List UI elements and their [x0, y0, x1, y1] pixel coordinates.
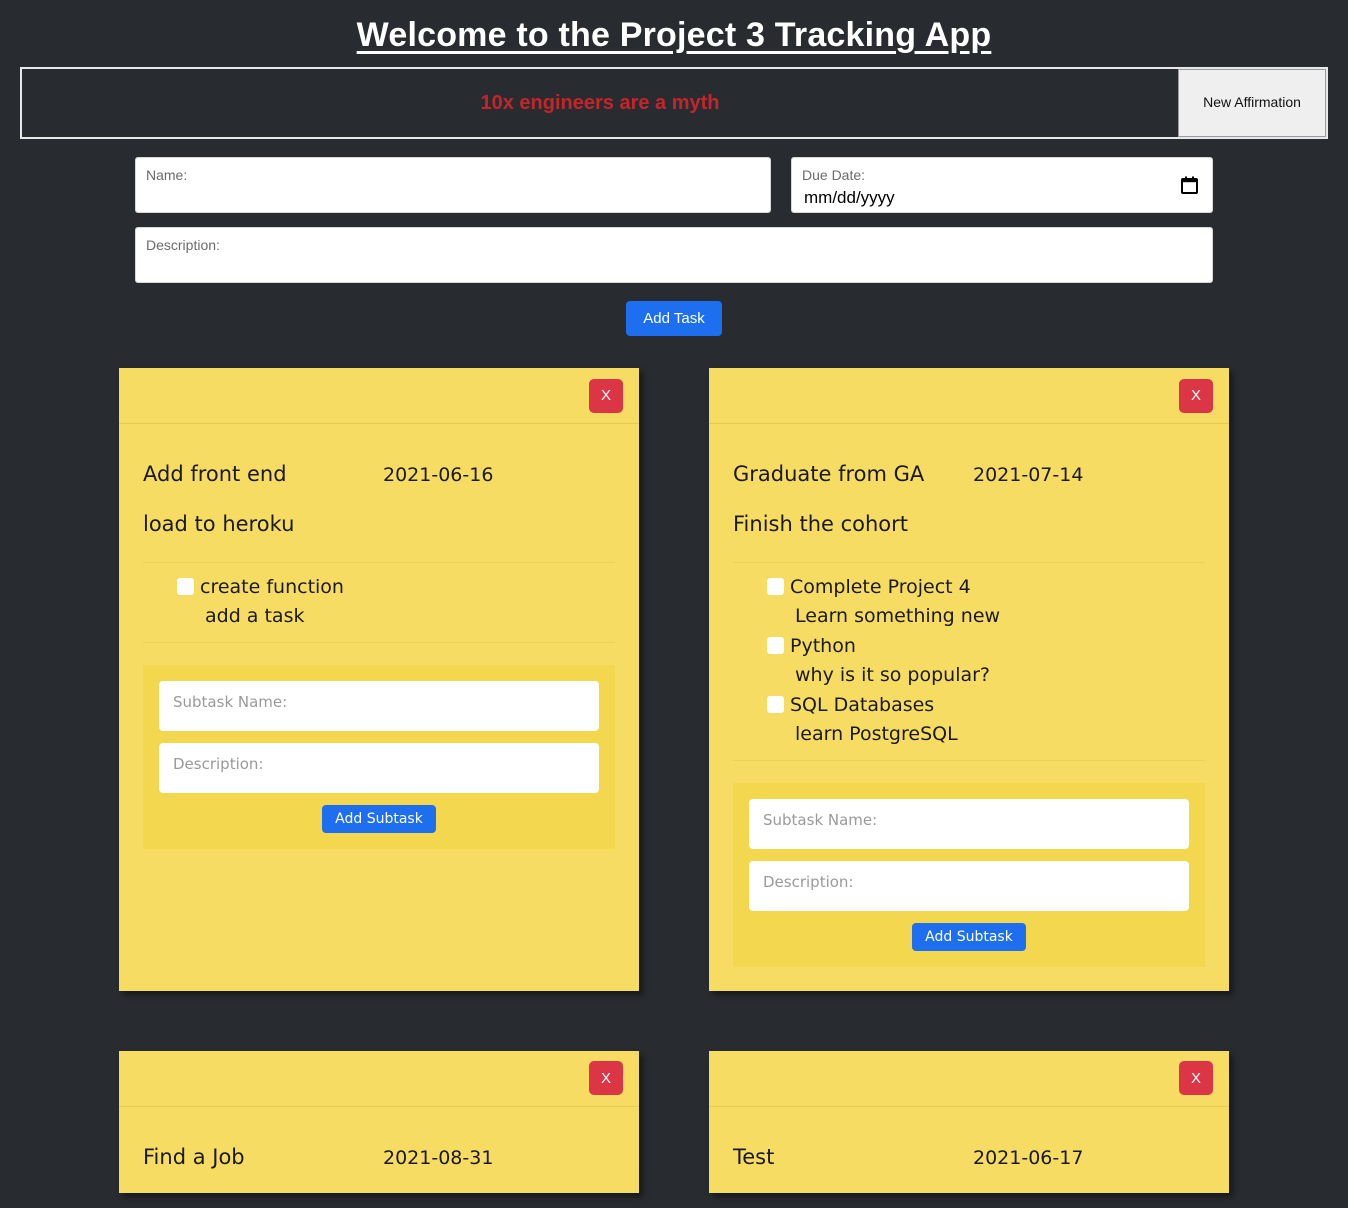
task-title: Test — [733, 1144, 775, 1169]
subtask-checkbox[interactable] — [767, 636, 784, 654]
task-header-row: Add front end 2021-06-16 — [143, 462, 615, 486]
task-due-date-placeholder: Due Date: — [802, 167, 866, 183]
subtask-name: SQL Databases — [790, 693, 935, 716]
subtask-list: create function add a task — [143, 562, 615, 643]
subtask-description-input[interactable]: Description: — [159, 742, 599, 793]
task-cards-grid: X Add front end 2021-06-16 load to herok… — [119, 368, 1229, 1193]
task-title: Find a Job — [143, 1144, 245, 1169]
card-header: X — [119, 368, 639, 424]
page-title: Welcome to the Project 3 Tracking App — [356, 16, 992, 54]
card-header: X — [709, 1051, 1229, 1107]
subtask-name: create function — [200, 576, 344, 598]
task-card: X Add front end 2021-06-16 load to herok… — [119, 368, 639, 991]
delete-task-button[interactable]: X — [1179, 1061, 1213, 1096]
subtask-description-placeholder: Description: — [173, 754, 264, 773]
add-subtask-wrap: Add Subtask — [749, 922, 1189, 951]
task-form-row: Name: Due Date: mm/dd/yyyy — [135, 157, 1213, 213]
task-card: X Graduate from GA 2021-07-14 Finish the… — [709, 368, 1229, 991]
add-task-button[interactable]: Add Task — [626, 301, 722, 336]
affirmation-bar: 10x engineers are a myth New Affirmation — [20, 67, 1328, 139]
subtask-name-placeholder: Subtask Name: — [173, 692, 288, 711]
subtask-name: Python — [790, 634, 856, 657]
add-subtask-form: Subtask Name: Description: Add Subtask — [733, 782, 1205, 967]
task-header-row: Graduate from GA 2021-07-14 — [733, 462, 1205, 486]
add-task-wrap: Add Task — [135, 301, 1213, 336]
card-body: Graduate from GA 2021-07-14 Finish the c… — [709, 424, 1229, 991]
subtask-checkbox[interactable] — [177, 578, 194, 595]
subtask-name-input[interactable]: Subtask Name: — [159, 680, 599, 731]
add-subtask-button[interactable]: Add Subtask — [912, 922, 1026, 951]
task-description-input[interactable]: Description: — [135, 227, 1213, 283]
task-due-date: 2021-07-14 — [973, 464, 1084, 486]
affirmation-text: 10x engineers are a myth — [480, 91, 720, 114]
subtask-name-input[interactable]: Subtask Name: — [749, 798, 1189, 849]
card-body: Add front end 2021-06-16 load to heroku … — [119, 424, 639, 873]
subtask-item: Complete Project 4 — [767, 573, 1205, 602]
task-due-date: 2021-08-31 — [383, 1146, 494, 1169]
add-subtask-wrap: Add Subtask — [159, 804, 599, 833]
task-header-row: Find a Job 2021-08-31 — [143, 1145, 615, 1169]
subtask-description: learn PostgreSQL — [795, 723, 958, 746]
new-affirmation-button[interactable]: New Affirmation — [1178, 69, 1326, 137]
calendar-icon[interactable] — [1181, 176, 1198, 194]
task-due-date: 2021-06-17 — [973, 1146, 1084, 1169]
subtask-description: why is it so popular? — [795, 664, 991, 687]
task-card: X Find a Job 2021-08-31 — [119, 1050, 639, 1193]
task-card: X Test 2021-06-17 — [709, 1050, 1229, 1193]
add-subtask-button[interactable]: Add Subtask — [322, 804, 436, 833]
subtask-item: Python — [767, 632, 1205, 661]
card-header: X — [709, 368, 1229, 424]
subtask-name: Complete Project 4 — [790, 576, 971, 598]
task-due-date-value: mm/dd/yyyy — [804, 188, 895, 207]
subtask-checkbox[interactable] — [767, 695, 784, 713]
task-entry-form: Name: Due Date: mm/dd/yyyy Description: … — [135, 157, 1213, 336]
delete-task-button[interactable]: X — [589, 1061, 623, 1096]
subtask-item: SQL Databases — [767, 691, 1205, 720]
delete-task-button[interactable]: X — [589, 378, 623, 413]
task-name-placeholder: Name: — [146, 167, 188, 183]
task-description: Finish the cohort — [733, 512, 909, 536]
task-title: Add front end — [143, 462, 287, 486]
subtask-description: add a task — [205, 605, 305, 628]
card-body: Test 2021-06-17 — [709, 1107, 1229, 1193]
card-header: X — [119, 1051, 639, 1107]
subtask-list: Complete Project 4 Learn something new P… — [733, 562, 1205, 761]
affirmation-text-wrap: 10x engineers are a myth — [22, 69, 1178, 137]
card-body: Find a Job 2021-08-31 — [119, 1107, 639, 1193]
task-header-row: Test 2021-06-17 — [733, 1145, 1205, 1169]
delete-task-button[interactable]: X — [1179, 378, 1213, 413]
subtask-name-placeholder: Subtask Name: — [763, 810, 878, 829]
add-subtask-form: Subtask Name: Description: Add Subtask — [143, 664, 615, 849]
subtask-description-input[interactable]: Description: — [749, 860, 1189, 911]
subtask-item: create function — [177, 573, 615, 602]
task-due-date-input[interactable]: Due Date: mm/dd/yyyy — [791, 157, 1213, 213]
subtask-description: Learn something new — [795, 605, 1001, 628]
task-due-date: 2021-06-16 — [383, 464, 494, 486]
subtask-description-placeholder: Description: — [763, 872, 854, 891]
subtask-checkbox[interactable] — [767, 578, 784, 595]
task-description: load to heroku — [143, 512, 295, 536]
task-title: Graduate from GA — [733, 462, 925, 486]
task-description-placeholder: Description: — [146, 237, 220, 253]
task-name-input[interactable]: Name: — [135, 157, 771, 213]
